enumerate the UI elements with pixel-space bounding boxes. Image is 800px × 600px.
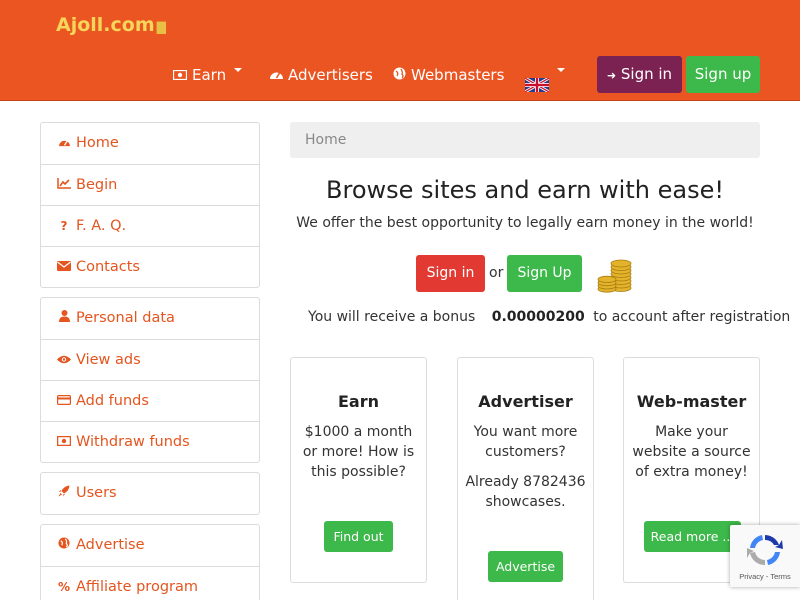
money-icon: [172, 57, 188, 95]
page-subtitle: We offer the best opportunity to legally…: [296, 215, 754, 231]
bonus-prefix: You will receive a bonus: [308, 309, 476, 325]
sidebar-item-view-ads[interactable]: View ads: [41, 339, 259, 380]
sidebar-item-begin[interactable]: Begin: [41, 164, 259, 205]
card-paragraph: $1000 a month or more! How is this possi…: [302, 424, 415, 480]
globe-icon: [391, 57, 407, 95]
sidebar-item-advertise[interactable]: Advertise: [41, 525, 259, 566]
gold-coins-icon: [596, 256, 634, 294]
card-paragraph: Make your website a source of extra mone…: [632, 424, 751, 480]
money-icon: [56, 422, 72, 462]
chevron-down-icon: [557, 67, 565, 72]
breadcrumb: Home: [290, 122, 760, 158]
sidebar-group-main: Home Begin ? F. A. Q. Contacts: [40, 122, 260, 288]
nav-earn-label: Earn: [192, 66, 227, 84]
sidebar-item-label: Contacts: [76, 259, 140, 275]
card-paragraph: Already 8782436 showcases.: [465, 474, 586, 510]
nav-earn[interactable]: Earn: [172, 56, 243, 95]
credit-card-icon: [57, 381, 72, 421]
card-text: You want more customers? Already 8782436…: [464, 422, 587, 512]
site-logo[interactable]: Ajoll.com ▇: [56, 14, 166, 36]
sign-in-icon: ➜: [606, 69, 617, 82]
card-advertiser: Advertiser You want more customers? Alre…: [457, 357, 594, 600]
sidebar-item-withdraw-funds[interactable]: Withdraw funds: [41, 421, 259, 462]
or-separator: or: [489, 265, 504, 281]
nav-advertisers[interactable]: Advertisers: [268, 56, 373, 94]
sidebar-group-advertise: Advertise % Affiliate program: [40, 524, 260, 600]
chevron-down-icon: [234, 67, 243, 72]
recaptcha-icon: [746, 531, 784, 569]
card-title: Earn: [337, 392, 379, 411]
sidebar-item-label: Add funds: [76, 393, 149, 409]
breadcrumb-home: Home: [305, 132, 347, 148]
bonus-suffix: to account after registration: [593, 309, 791, 325]
signin-button[interactable]: Sign in: [416, 255, 485, 292]
sidebar-item-label: Home: [76, 135, 119, 151]
language-selector[interactable]: [524, 56, 565, 94]
globe-icon: [57, 525, 71, 565]
sidebar-item-label: Begin: [76, 177, 118, 193]
logo-text[interactable]: Ajoll.com: [56, 14, 155, 36]
signup-button[interactable]: Sign Up: [507, 255, 582, 292]
eye-icon: [57, 340, 71, 380]
card-paragraph: You want more customers?: [473, 424, 578, 460]
read-more-button[interactable]: Read more ...: [644, 521, 741, 552]
sidebar-item-label: View ads: [76, 352, 141, 368]
recaptcha-links: Privacy - Terms: [730, 572, 800, 581]
card-text: $1000 a month or more! How is this possi…: [297, 422, 420, 482]
envelope-icon: [57, 247, 71, 287]
question-icon: ?: [60, 219, 68, 233]
nav-advertisers-label: Advertisers: [288, 66, 373, 84]
sidebar-item-label: F. A. Q.: [76, 218, 127, 234]
terms-link[interactable]: Terms: [770, 572, 790, 581]
sidebar-group-account: Personal data View ads Add funds Withdra…: [40, 297, 260, 463]
sidebar-item-add-funds[interactable]: Add funds: [41, 380, 259, 421]
sidebar-item-affiliate-program[interactable]: % Affiliate program: [41, 566, 259, 600]
card-text: Make your website a source of extra mone…: [630, 422, 753, 482]
top-header: Ajoll.com▇ Earn Advertisers Webmasters: [0, 0, 800, 101]
sidebar-item-users[interactable]: Users: [41, 473, 259, 514]
signup-button-top[interactable]: Sign up: [686, 56, 760, 93]
sidebar-item-label: Withdraw funds: [76, 434, 190, 450]
coins-icon: ▇: [156, 20, 166, 34]
sidebar-item-personal-data[interactable]: Personal data: [41, 298, 259, 339]
bonus-info: You will receive a bonus 0.00000200 to a…: [308, 309, 790, 325]
sidebar-item-label: Personal data: [76, 310, 175, 326]
user-icon: [57, 298, 71, 338]
nav-webmasters[interactable]: Webmasters: [391, 56, 504, 94]
sidebar-group-users: Users: [40, 472, 260, 515]
recaptcha-badge[interactable]: Privacy - Terms: [730, 525, 800, 587]
uk-flag-icon: [524, 68, 550, 93]
line-chart-icon: [57, 165, 71, 205]
advertise-button[interactable]: Advertise: [488, 551, 563, 582]
percent-icon: %: [57, 580, 71, 594]
privacy-link[interactable]: Privacy: [739, 572, 764, 581]
card-title: Advertiser: [478, 392, 573, 411]
bonus-amount: 0.00000200: [491, 309, 585, 325]
signin-button-top[interactable]: ➜ Sign in: [597, 56, 682, 93]
card-earn: Earn $1000 a month or more! How is this …: [290, 357, 427, 583]
sidebar-item-contacts[interactable]: Contacts: [41, 246, 259, 287]
dashboard-icon: [57, 123, 71, 163]
dashboard-icon: [268, 57, 284, 95]
sidebar-item-label: Advertise: [76, 537, 145, 553]
sidebar-item-label: Affiliate program: [76, 579, 198, 595]
sidebar-item-home[interactable]: Home: [41, 123, 259, 164]
card-title: Web-master: [636, 392, 747, 411]
sidebar-item-faq[interactable]: ? F. A. Q.: [41, 205, 259, 246]
find-out-button[interactable]: Find out: [324, 521, 393, 552]
signin-label: Sign in: [620, 65, 673, 83]
nav-webmasters-label: Webmasters: [411, 66, 505, 84]
page-title: Browse sites and earn with ease!: [326, 176, 724, 204]
sidebar-item-label: Users: [76, 485, 117, 501]
rocket-icon: [57, 473, 71, 513]
